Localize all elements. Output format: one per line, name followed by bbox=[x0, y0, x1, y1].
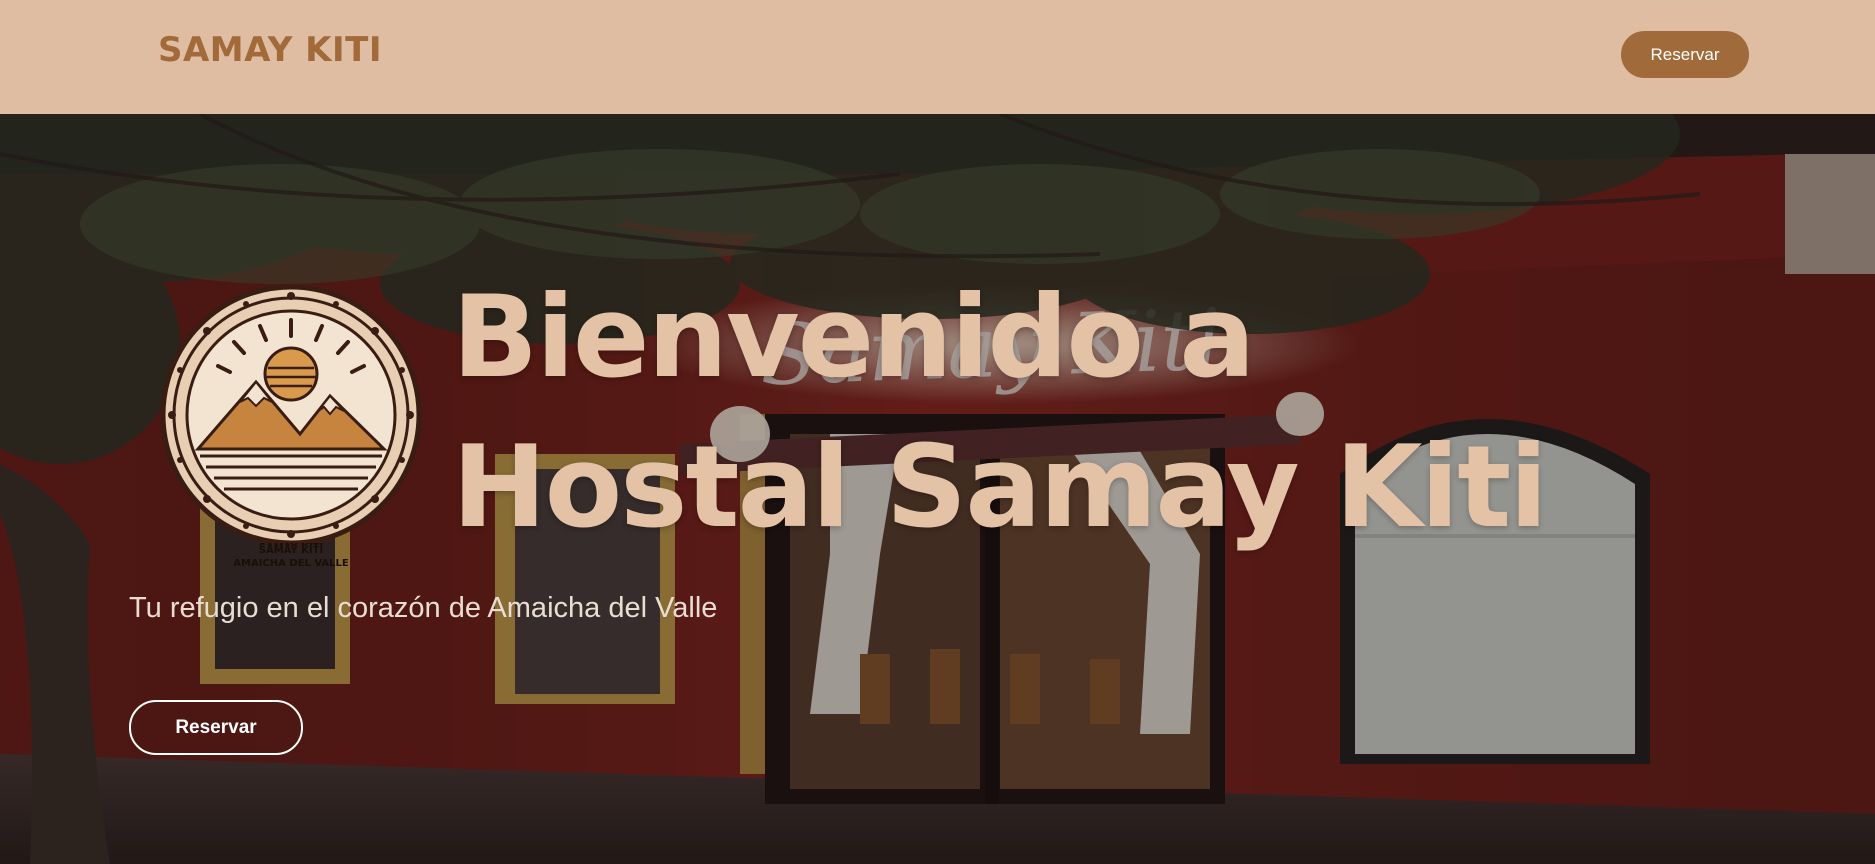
brand-logo-text[interactable]: SAMAY KITI bbox=[158, 30, 382, 70]
hero-title-line2: Hostal Samay Kiti bbox=[452, 421, 1548, 553]
page: SAMAY KITI Reservar Samay Kiti SAMAY KIT… bbox=[0, 0, 1875, 864]
hero-title: Bienvenido a Hostal Samay Kiti bbox=[452, 262, 1548, 562]
hero-title-line1: Bienvenido a bbox=[452, 271, 1256, 403]
header-reserve-button[interactable]: Reservar bbox=[1621, 31, 1749, 78]
logo-caption-line2: AMAICHA DEL VALLE bbox=[233, 558, 349, 569]
hero-section: Samay Kiti SAMAY KITI AMAICHA DEL VALLE … bbox=[0, 114, 1875, 864]
logo-caption: SAMAY KITI AMAICHA DEL VALLE bbox=[160, 544, 422, 570]
samay-kiti-logo: SAMAY KITI bbox=[160, 284, 422, 546]
hero-subtitle: Tu refugio en el corazón de Amaicha del … bbox=[129, 592, 718, 624]
logo-caption-line1: SAMAY KITI bbox=[258, 545, 324, 556]
site-header: SAMAY KITI Reservar bbox=[0, 0, 1875, 114]
hero-reserve-button[interactable]: Reservar bbox=[129, 700, 303, 755]
